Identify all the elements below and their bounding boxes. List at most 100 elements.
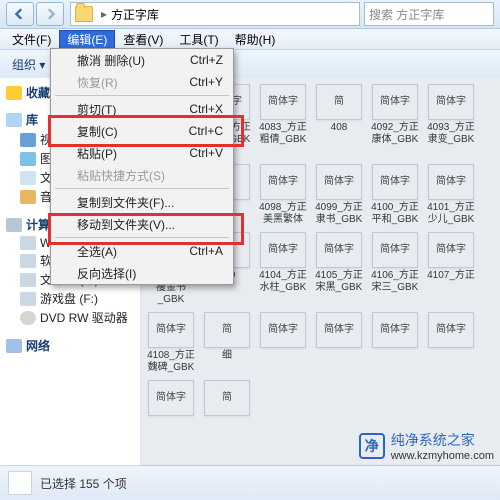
font-tile[interactable]: 简 [201, 380, 253, 418]
font-tile[interactable]: 简体字4106_方正宋三_GBK [369, 232, 421, 306]
font-tile[interactable]: 简体字4100_方正平和_GBK [369, 164, 421, 226]
menuitem-invert-selection[interactable]: 反向选择(I) [51, 262, 233, 284]
font-tile[interactable]: 简细 [201, 312, 253, 374]
menuitem-label: 复制到文件夹(F)... [77, 194, 174, 211]
font-thumb: 简 [316, 84, 362, 120]
font-label: 4108_方正魏碑_GBK [145, 350, 197, 374]
font-tile[interactable]: 简体字4101_方正少儿_GBK [425, 164, 477, 226]
font-label: 4104_方正水柱_GBK [257, 270, 309, 294]
drive-icon [20, 254, 36, 268]
font-tile[interactable]: 简体字4098_方正美黑繁体 [257, 164, 309, 226]
menuitem-shortcut: Ctrl+Y [189, 75, 223, 89]
search-placeholder: 搜索 方正字库 [369, 6, 444, 23]
sidebar-item-drive[interactable]: 游戏盘 (F:) [6, 289, 134, 308]
menuitem-label: 粘贴快捷方式(S) [77, 167, 165, 184]
nav-back-button[interactable] [6, 2, 34, 26]
nav-forward-button[interactable] [36, 2, 64, 26]
computer-icon [6, 218, 22, 232]
arrow-left-icon [14, 8, 26, 20]
menu-edit[interactable]: 编辑(E) [59, 30, 115, 49]
font-thumb: 简体字 [316, 312, 362, 348]
font-tile[interactable]: 简体字 4107_方正 [425, 232, 477, 306]
menuitem-select-all[interactable]: 全选(A)Ctrl+A [51, 240, 233, 262]
menuitem-shortcut: Ctrl+X [189, 102, 223, 116]
menu-separator [55, 95, 229, 96]
menuitem-label: 剪切(T) [77, 101, 116, 118]
font-thumb: 简 [204, 312, 250, 348]
font-tile[interactable]: 简体字4093_方正隶变_GBK [425, 84, 477, 158]
font-tile[interactable]: 简体字4104_方正水柱_GBK [257, 232, 309, 306]
menuitem-shortcut: Ctrl+C [189, 124, 223, 138]
font-tile[interactable]: 简体字 [369, 312, 421, 374]
status-text: 已选择 155 个项 [40, 475, 127, 492]
font-tile[interactable]: 简体字4108_方正魏碑_GBK [145, 312, 197, 374]
font-thumb: 简体字 [148, 380, 194, 416]
menuitem-label: 反向选择(I) [77, 265, 136, 282]
menuitem-paste[interactable]: 粘贴(P) Ctrl+V [51, 142, 233, 164]
font-label: 4099_方正隶书_GBK [313, 202, 365, 226]
font-label: 4106_方正宋三_GBK [369, 270, 421, 294]
font-thumb: 简体字 [260, 312, 306, 348]
watermark-url: www.kzmyhome.com [391, 450, 494, 462]
organize-button[interactable]: 组织 ▾ [6, 54, 51, 75]
menuitem-copy-to-folder[interactable]: 复制到文件夹(F)... [51, 191, 233, 213]
font-thumb: 简体字 [372, 232, 418, 268]
drive-icon [20, 236, 36, 250]
chevron-right-icon: ▸ [101, 7, 107, 21]
document-icon [20, 171, 36, 185]
menuitem-label: 撤消 删除(U) [77, 52, 145, 69]
font-tile[interactable]: 简体字 [425, 312, 477, 374]
font-tile[interactable]: 简408 [313, 84, 365, 158]
font-tile[interactable]: 简体字 [145, 380, 197, 418]
font-thumb: 简体字 [260, 84, 306, 120]
watermark-title: 纯净系统之家 [391, 432, 475, 448]
library-icon [6, 113, 22, 127]
watermark: 净 纯净系统之家 www.kzmyhome.com [359, 430, 494, 462]
folder-icon [75, 6, 93, 22]
edit-menu-dropdown: 撤消 删除(U)Ctrl+Z 恢复(R)Ctrl+Y 剪切(T) Ctrl+X 复… [50, 48, 234, 285]
font-label: 4107_方正 [427, 270, 475, 282]
music-icon [20, 190, 36, 204]
watermark-logo-icon: 净 [359, 433, 385, 459]
font-tile[interactable]: 简体字4105_方正宋黑_GBK [313, 232, 365, 306]
sidebar-item-dvd[interactable]: DVD RW 驱动器 [6, 308, 134, 327]
status-thumb-icon [8, 471, 32, 495]
font-tile[interactable]: 简体字4099_方正隶书_GBK [313, 164, 365, 226]
menu-tools[interactable]: 工具(T) [171, 30, 226, 49]
sidebar-item-label: DVD RW 驱动器 [40, 309, 128, 326]
font-tile[interactable]: 简体字 [257, 312, 309, 374]
font-thumb: 简体字 [260, 164, 306, 200]
menuitem-move-to-folder[interactable]: 移动到文件夹(V)... [51, 213, 233, 235]
font-thumb: 简 [204, 380, 250, 416]
font-tile[interactable]: 简体字4083_方正粗倩_GBK [257, 84, 309, 158]
font-thumb: 简体字 [372, 312, 418, 348]
menuitem-shortcut: Ctrl+V [189, 146, 223, 160]
search-input[interactable]: 搜索 方正字库 [364, 2, 494, 26]
arrow-right-icon [44, 8, 56, 20]
sidebar-item-label: 收藏 [26, 84, 50, 101]
menuitem-label: 粘贴(P) [77, 145, 117, 162]
font-label: 4105_方正宋黑_GBK [313, 270, 365, 294]
menuitem-cut[interactable]: 剪切(T) Ctrl+X [51, 98, 233, 120]
menuitem-shortcut: Ctrl+A [189, 244, 223, 258]
menuitem-redo: 恢复(R)Ctrl+Y [51, 71, 233, 93]
menubar: 文件(F) 编辑(E) 查看(V) 工具(T) 帮助(H) [0, 29, 500, 50]
address-bar[interactable]: ▸ 方正字库 [70, 2, 360, 26]
menu-help[interactable]: 帮助(H) [227, 30, 284, 49]
menu-view[interactable]: 查看(V) [115, 30, 171, 49]
font-tile[interactable]: 简体字4092_方正康体_GBK [369, 84, 421, 158]
titlebar: ▸ 方正字库 搜索 方正字库 [0, 0, 500, 29]
font-tile[interactable]: 简体字 [313, 312, 365, 374]
menuitem-undo[interactable]: 撤消 删除(U)Ctrl+Z [51, 49, 233, 71]
font-label: 4098_方正美黑繁体 [257, 202, 309, 226]
menu-separator [55, 188, 229, 189]
menu-separator [55, 237, 229, 238]
menu-file[interactable]: 文件(F) [4, 30, 59, 49]
font-label: 4083_方正粗倩_GBK [257, 122, 309, 146]
menuitem-copy[interactable]: 复制(C)Ctrl+C [51, 120, 233, 142]
sidebar-network[interactable]: 网络 [6, 337, 134, 354]
font-thumb: 简体字 [316, 232, 362, 268]
font-thumb: 简体字 [428, 232, 474, 268]
font-label: 4101_方正少儿_GBK [425, 202, 477, 226]
breadcrumb-current[interactable]: 方正字库 [111, 6, 159, 23]
